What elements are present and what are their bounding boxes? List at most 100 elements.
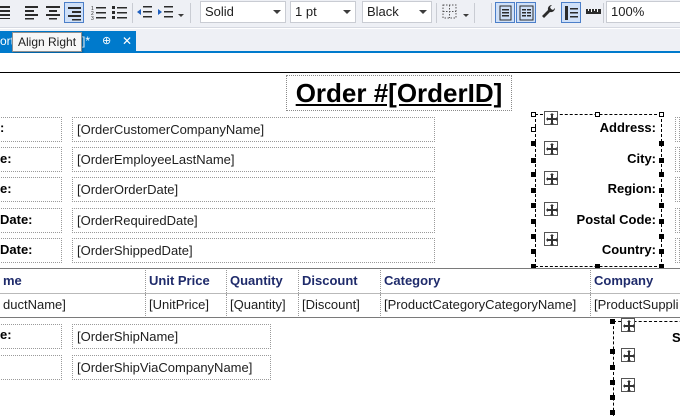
layout-double-column-button[interactable] xyxy=(516,2,536,23)
move-handle-icon[interactable] xyxy=(544,111,558,125)
resize-handle[interactable] xyxy=(659,249,664,254)
label-box xyxy=(0,117,62,142)
pin-tab-icon[interactable]: ⊕ xyxy=(102,31,111,51)
country-label[interactable]: Country: xyxy=(552,238,656,262)
city-value-box[interactable] xyxy=(675,147,680,172)
ship-panel-label[interactable]: S xyxy=(672,326,680,350)
zoom-value: 100% xyxy=(611,4,645,19)
cell-category[interactable]: [ProductCategoryCategoryName] xyxy=(381,294,591,316)
borders-icon[interactable] xyxy=(440,2,460,23)
align-center-icon[interactable] xyxy=(43,2,63,23)
column-header-unit-price[interactable]: Unit Price xyxy=(146,270,227,293)
wrench-icon[interactable] xyxy=(539,2,559,23)
border-width-value: 1 pt xyxy=(295,4,317,19)
numbered-list-icon[interactable]: 123 xyxy=(89,2,109,23)
label-box xyxy=(0,147,62,172)
bullet-list-icon[interactable] xyxy=(110,2,130,23)
resize-handle[interactable] xyxy=(595,112,600,117)
toolbar-separator xyxy=(436,3,437,23)
label-box xyxy=(0,177,62,202)
resize-handle[interactable] xyxy=(610,410,615,415)
resize-handle[interactable] xyxy=(610,380,615,385)
cell-discount[interactable]: [Discount] xyxy=(299,294,381,316)
resize-handle[interactable] xyxy=(659,234,664,239)
resize-handle[interactable] xyxy=(659,219,664,224)
required-date-field[interactable]: [OrderRequiredDate] xyxy=(72,208,435,233)
region-label[interactable]: Region: xyxy=(552,177,656,201)
shipped-date-field[interactable]: [OrderShippedDate] xyxy=(72,238,435,263)
move-handle-icon[interactable] xyxy=(621,378,635,392)
align-left-icon[interactable] xyxy=(22,2,42,23)
move-handle-icon[interactable] xyxy=(621,318,635,332)
zoom-combo[interactable]: 100% xyxy=(606,1,680,23)
resize-handle[interactable] xyxy=(531,234,536,239)
svg-text:3: 3 xyxy=(91,16,94,20)
resize-handle[interactable] xyxy=(659,112,664,117)
resize-handle[interactable] xyxy=(659,203,664,208)
column-header-product-name[interactable]: me xyxy=(0,270,146,293)
resize-handle[interactable] xyxy=(659,141,664,146)
resize-handle[interactable] xyxy=(531,188,536,193)
order-date-field[interactable]: [OrderOrderDate] xyxy=(72,177,435,202)
resize-handle[interactable] xyxy=(610,395,615,400)
report-title[interactable]: Order #[OrderID] xyxy=(286,75,512,111)
align-justify-icon[interactable] xyxy=(0,2,14,23)
address-label[interactable]: Address: xyxy=(552,116,656,140)
document-tab-strip: ort ]* ⊕ ✕ xyxy=(0,29,680,51)
resize-handle[interactable] xyxy=(659,158,664,163)
resize-handle[interactable] xyxy=(659,172,664,177)
label-box xyxy=(0,208,62,233)
customer-company-field[interactable]: [OrderCustomerCompanyName] xyxy=(72,117,435,142)
increase-indent-icon[interactable] xyxy=(156,2,176,23)
country-value-box[interactable] xyxy=(675,238,680,263)
ship-name-field[interactable]: [OrderShipName] xyxy=(72,324,271,349)
column-header-discount[interactable]: Discount xyxy=(299,270,381,293)
border-style-dropdown[interactable]: Solid xyxy=(200,1,286,23)
resize-handle[interactable] xyxy=(531,219,536,224)
resize-handle[interactable] xyxy=(531,141,536,146)
resize-handle[interactable] xyxy=(610,319,615,324)
column-header-category[interactable]: Category xyxy=(381,270,591,293)
cell-unit-price[interactable]: [UnitPrice] xyxy=(146,294,227,316)
decrease-indent-icon[interactable] xyxy=(135,2,155,23)
region-value-box[interactable] xyxy=(675,177,680,202)
resize-handle[interactable] xyxy=(531,112,536,117)
ship-via-company-field[interactable]: [OrderShipViaCompanyName] xyxy=(72,355,271,380)
postal-code-label[interactable]: Postal Code: xyxy=(552,208,656,232)
layout-single-column-button[interactable] xyxy=(495,2,515,23)
label-box xyxy=(0,355,62,380)
resize-handle[interactable] xyxy=(659,188,664,193)
move-handle-icon[interactable] xyxy=(621,348,635,362)
toolbar-separator xyxy=(491,3,492,23)
label-box xyxy=(0,324,62,349)
move-handle-icon[interactable] xyxy=(544,141,558,155)
indent-dropdown-arrow-icon[interactable] xyxy=(178,14,184,17)
column-header-quantity[interactable]: Quantity xyxy=(227,270,299,293)
ruler-icon[interactable] xyxy=(584,2,604,23)
border-color-dropdown[interactable]: Black xyxy=(362,1,432,23)
postal-code-value-box[interactable] xyxy=(675,208,680,233)
borders-dropdown-arrow-icon[interactable] xyxy=(463,14,469,17)
field-list-button[interactable] xyxy=(561,2,581,23)
resize-handle[interactable] xyxy=(610,365,615,370)
move-handle-icon[interactable] xyxy=(544,232,558,246)
cell-product-name[interactable]: ductName] xyxy=(0,294,146,316)
align-right-button[interactable] xyxy=(64,2,84,23)
resize-handle[interactable] xyxy=(531,249,536,254)
cell-company[interactable]: [ProductSuppli xyxy=(591,294,680,316)
resize-handle[interactable] xyxy=(531,158,536,163)
cell-quantity[interactable]: [Quantity] xyxy=(227,294,299,316)
resize-handle[interactable] xyxy=(531,203,536,208)
resize-handle[interactable] xyxy=(610,349,615,354)
address-value-box[interactable] xyxy=(675,117,680,142)
resize-handle[interactable] xyxy=(531,127,536,132)
ship-panel-selection[interactable] xyxy=(613,321,680,418)
resize-handle[interactable] xyxy=(531,172,536,177)
column-header-company[interactable]: Company xyxy=(591,270,680,293)
move-handle-icon[interactable] xyxy=(544,202,558,216)
close-tab-icon[interactable]: ✕ xyxy=(122,31,132,51)
city-label[interactable]: City: xyxy=(552,147,656,171)
border-width-dropdown[interactable]: 1 pt xyxy=(290,1,356,23)
employee-lastname-field[interactable]: [OrderEmployeeLastName] xyxy=(72,147,435,172)
move-handle-icon[interactable] xyxy=(544,171,558,185)
